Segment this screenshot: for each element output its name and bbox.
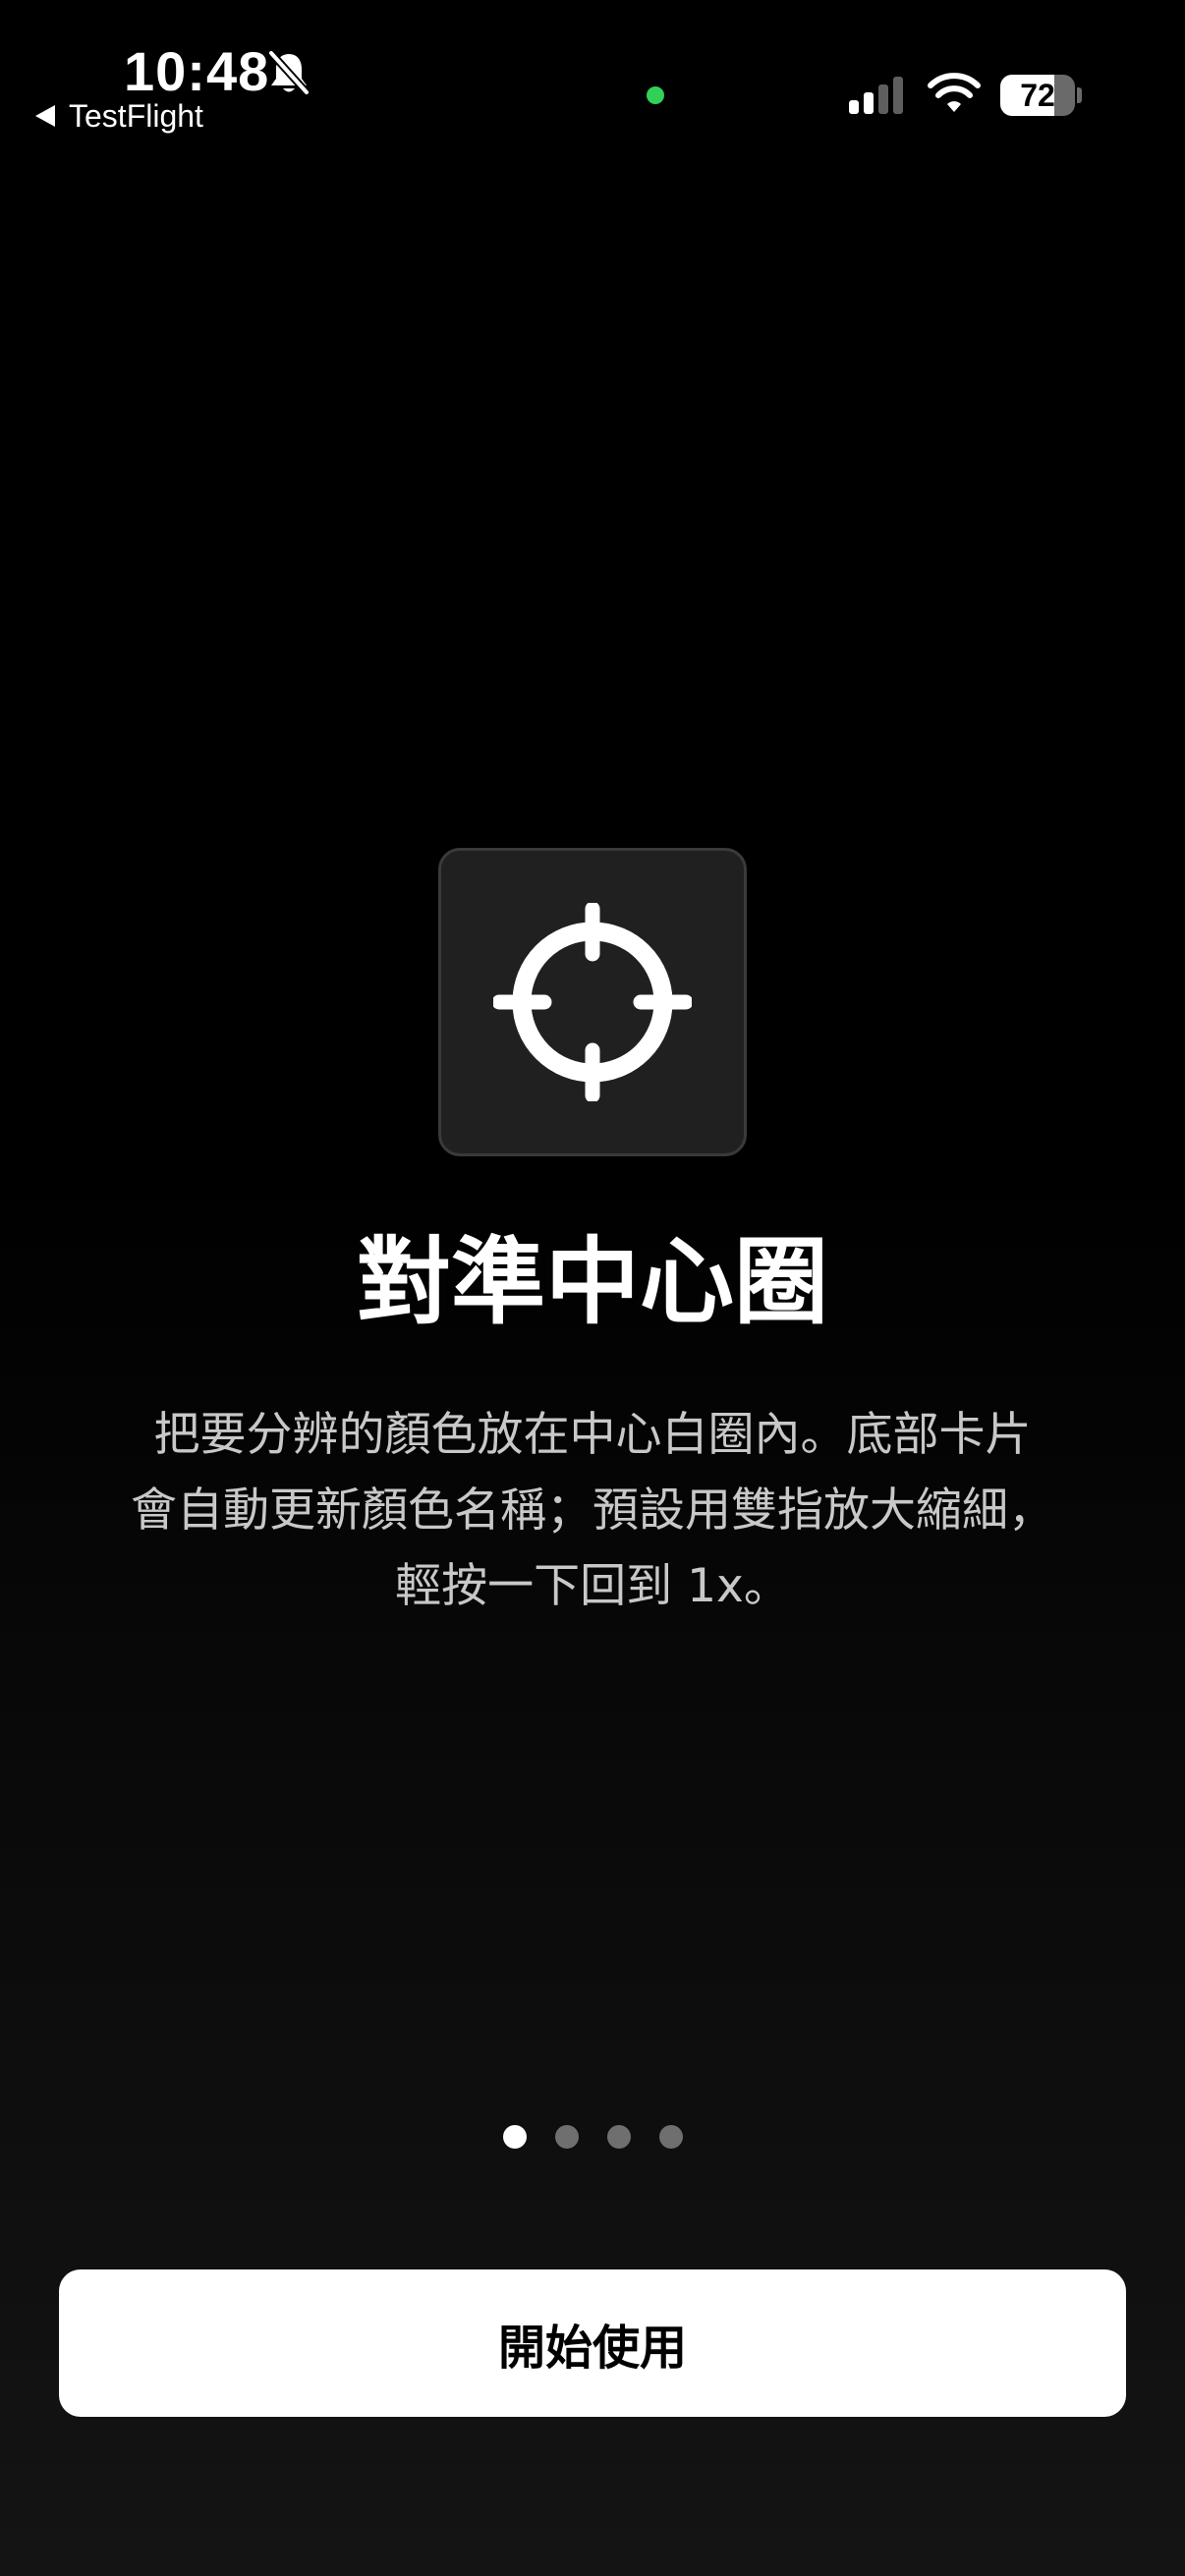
bell-slash-icon	[267, 49, 310, 96]
crosshair-icon	[493, 903, 692, 1101]
start-button[interactable]: 開始使用	[59, 2269, 1126, 2417]
onboarding-title: 對準中心圈	[357, 1227, 828, 1337]
page-indicator[interactable]	[0, 2125, 1185, 2149]
page-dot-2[interactable]	[554, 2125, 579, 2149]
battery-level: 72	[1020, 78, 1055, 113]
back-label: TestFlight	[69, 97, 203, 134]
page-dot-1[interactable]	[502, 2125, 527, 2149]
page-dot-4[interactable]	[658, 2125, 683, 2149]
battery-cap	[1077, 87, 1082, 103]
back-arrow-icon	[35, 105, 55, 127]
onboarding-description: 把要分辨的顏色放在中心白圈內。底部卡片 會自動更新顏色名稱；預設用雙指放大縮細，…	[131, 1408, 1054, 1613]
cellular-signal-icon	[849, 77, 903, 114]
wifi-icon	[928, 73, 981, 112]
page-dot-3[interactable]	[606, 2125, 631, 2149]
back-to-testflight-link[interactable]: TestFlight	[35, 96, 203, 136]
battery-icon: 72	[1000, 75, 1075, 116]
privacy-indicator-dot	[647, 86, 664, 104]
feature-icon-tile	[438, 848, 747, 1156]
